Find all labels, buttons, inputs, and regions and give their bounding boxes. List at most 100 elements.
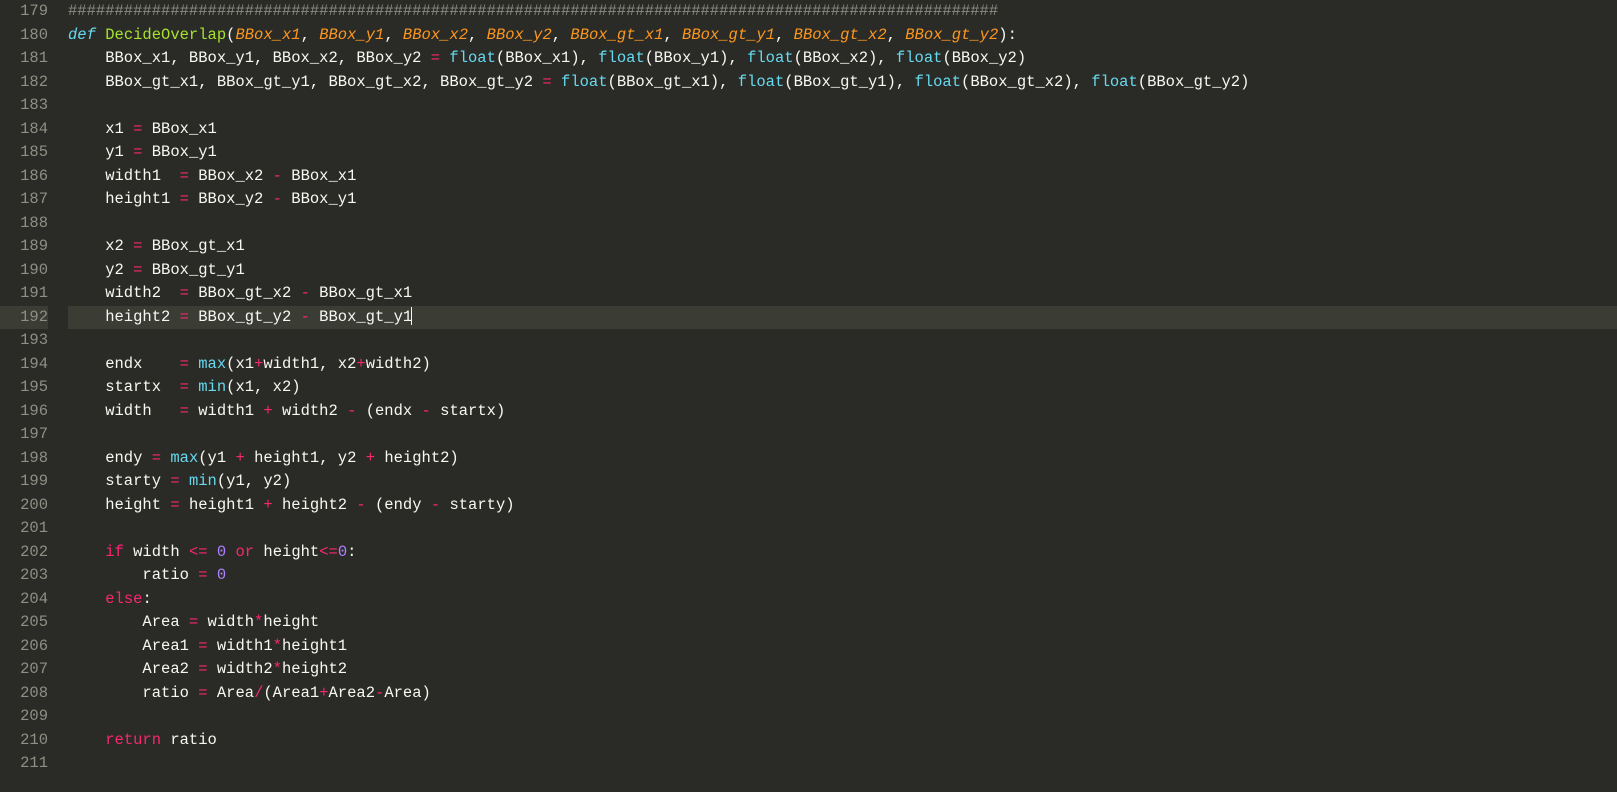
token-op: + — [366, 449, 375, 467]
token-op: = — [180, 167, 189, 185]
token-punc: , — [301, 26, 320, 44]
line-number: 201 — [0, 517, 48, 541]
token-keyword-r: return — [105, 731, 161, 749]
token-param: BBox_x1 — [235, 26, 300, 44]
token-default: height — [68, 496, 170, 514]
token-punc: , — [663, 26, 682, 44]
code-line[interactable]: else: — [68, 588, 1617, 612]
token-param: BBox_gt_y2 — [905, 26, 998, 44]
token-op: + — [263, 496, 272, 514]
code-line[interactable] — [68, 705, 1617, 729]
token-op: = — [198, 660, 207, 678]
line-number: 211 — [0, 752, 48, 776]
code-line[interactable] — [68, 94, 1617, 118]
code-line[interactable]: ratio = Area/(Area1+Area2-Area) — [68, 682, 1617, 706]
token-default: y2 — [68, 261, 133, 279]
token-punc: (BBox_gt_x1), — [608, 73, 738, 91]
token-default: BBox_gt_x1 — [142, 237, 244, 255]
code-line[interactable]: return ratio — [68, 729, 1617, 753]
code-line[interactable]: def DecideOverlap(BBox_x1, BBox_y1, BBox… — [68, 24, 1617, 48]
code-line[interactable] — [68, 517, 1617, 541]
code-line[interactable]: Area = width*height — [68, 611, 1617, 635]
line-number: 184 — [0, 118, 48, 142]
code-line[interactable]: ratio = 0 — [68, 564, 1617, 588]
code-area[interactable]: ########################################… — [60, 0, 1617, 792]
token-default: height2) — [375, 449, 459, 467]
token-param: BBox_y2 — [487, 26, 552, 44]
code-line[interactable]: ########################################… — [68, 0, 1617, 24]
line-number: 192 — [0, 306, 48, 330]
token-default: width1 — [208, 637, 273, 655]
code-line[interactable]: BBox_x1, BBox_y1, BBox_x2, BBox_y2 = flo… — [68, 47, 1617, 71]
token-builtin: max — [170, 449, 198, 467]
line-number: 209 — [0, 705, 48, 729]
token-punc: : — [347, 543, 356, 561]
code-line[interactable] — [68, 329, 1617, 353]
token-default: (endy — [366, 496, 431, 514]
token-default: width1 — [189, 402, 263, 420]
code-line[interactable] — [68, 423, 1617, 447]
code-line[interactable]: if width <= 0 or height<=0: — [68, 541, 1617, 565]
token-builtin: float — [598, 49, 645, 67]
line-number: 191 — [0, 282, 48, 306]
token-op: + — [356, 355, 365, 373]
token-keyword-r: if — [105, 543, 124, 561]
line-number: 194 — [0, 353, 48, 377]
code-line[interactable]: Area1 = width1*height1 — [68, 635, 1617, 659]
line-number: 187 — [0, 188, 48, 212]
code-line[interactable]: y1 = BBox_y1 — [68, 141, 1617, 165]
token-default: width2) — [366, 355, 431, 373]
token-default: Area2 — [329, 684, 376, 702]
code-line[interactable]: height = height1 + height2 - (endy - sta… — [68, 494, 1617, 518]
token-default: width2 — [68, 284, 180, 302]
code-line[interactable]: x1 = BBox_x1 — [68, 118, 1617, 142]
code-line[interactable]: BBox_gt_x1, BBox_gt_y1, BBox_gt_x2, BBox… — [68, 71, 1617, 95]
token-default: width — [124, 543, 189, 561]
token-default: ratio — [161, 731, 217, 749]
line-number-gutter: 1791801811821831841851861871881891901911… — [0, 0, 60, 792]
code-line[interactable]: Area2 = width2*height2 — [68, 658, 1617, 682]
code-line[interactable]: height1 = BBox_y2 - BBox_y1 — [68, 188, 1617, 212]
token-punc: , — [468, 26, 487, 44]
token-default: Area — [208, 684, 255, 702]
token-default — [440, 49, 449, 67]
line-number: 182 — [0, 71, 48, 95]
token-default: BBox_x2 — [189, 167, 273, 185]
token-builtin: float — [449, 49, 496, 67]
code-line[interactable]: width = width1 + width2 - (endx - startx… — [68, 400, 1617, 424]
code-line[interactable]: startx = min(x1, x2) — [68, 376, 1617, 400]
code-line[interactable]: endx = max(x1+width1, x2+width2) — [68, 353, 1617, 377]
code-line[interactable]: starty = min(y1, y2) — [68, 470, 1617, 494]
token-default: height1, y2 — [245, 449, 366, 467]
code-line[interactable]: endy = max(y1 + height1, y2 + height2) — [68, 447, 1617, 471]
token-builtin: float — [915, 73, 962, 91]
token-default: BBox_x1 — [282, 167, 356, 185]
token-default: height1 — [68, 190, 180, 208]
token-default: BBox_gt_x1 — [310, 284, 412, 302]
code-line[interactable]: x2 = BBox_gt_x1 — [68, 235, 1617, 259]
token-default: x2 — [68, 237, 133, 255]
code-line[interactable] — [68, 212, 1617, 236]
code-line[interactable]: width2 = BBox_gt_x2 - BBox_gt_x1 — [68, 282, 1617, 306]
code-line[interactable]: y2 = BBox_gt_y1 — [68, 259, 1617, 283]
token-punc: (BBox_gt_y2) — [1138, 73, 1250, 91]
token-default: BBox_x1, BBox_y1, BBox_x2, BBox_y2 — [68, 49, 431, 67]
code-line[interactable] — [68, 752, 1617, 776]
token-op: = — [180, 190, 189, 208]
token-default: width — [198, 613, 254, 631]
token-default: width1 — [68, 167, 180, 185]
code-line[interactable]: height2 = BBox_gt_y2 - BBox_gt_y1 — [68, 306, 1617, 330]
token-comment: ########################################… — [68, 2, 998, 20]
token-op: - — [347, 402, 356, 420]
line-number: 188 — [0, 212, 48, 236]
code-line[interactable]: width1 = BBox_x2 - BBox_x1 — [68, 165, 1617, 189]
token-op: - — [422, 402, 431, 420]
token-param: BBox_gt_x1 — [570, 26, 663, 44]
token-default: height — [254, 543, 319, 561]
code-editor[interactable]: 1791801811821831841851861871881891901911… — [0, 0, 1617, 792]
token-op: - — [431, 496, 440, 514]
token-default — [68, 731, 105, 749]
token-builtin: float — [561, 73, 608, 91]
token-keyword: def — [68, 26, 96, 44]
token-default: height — [263, 613, 319, 631]
